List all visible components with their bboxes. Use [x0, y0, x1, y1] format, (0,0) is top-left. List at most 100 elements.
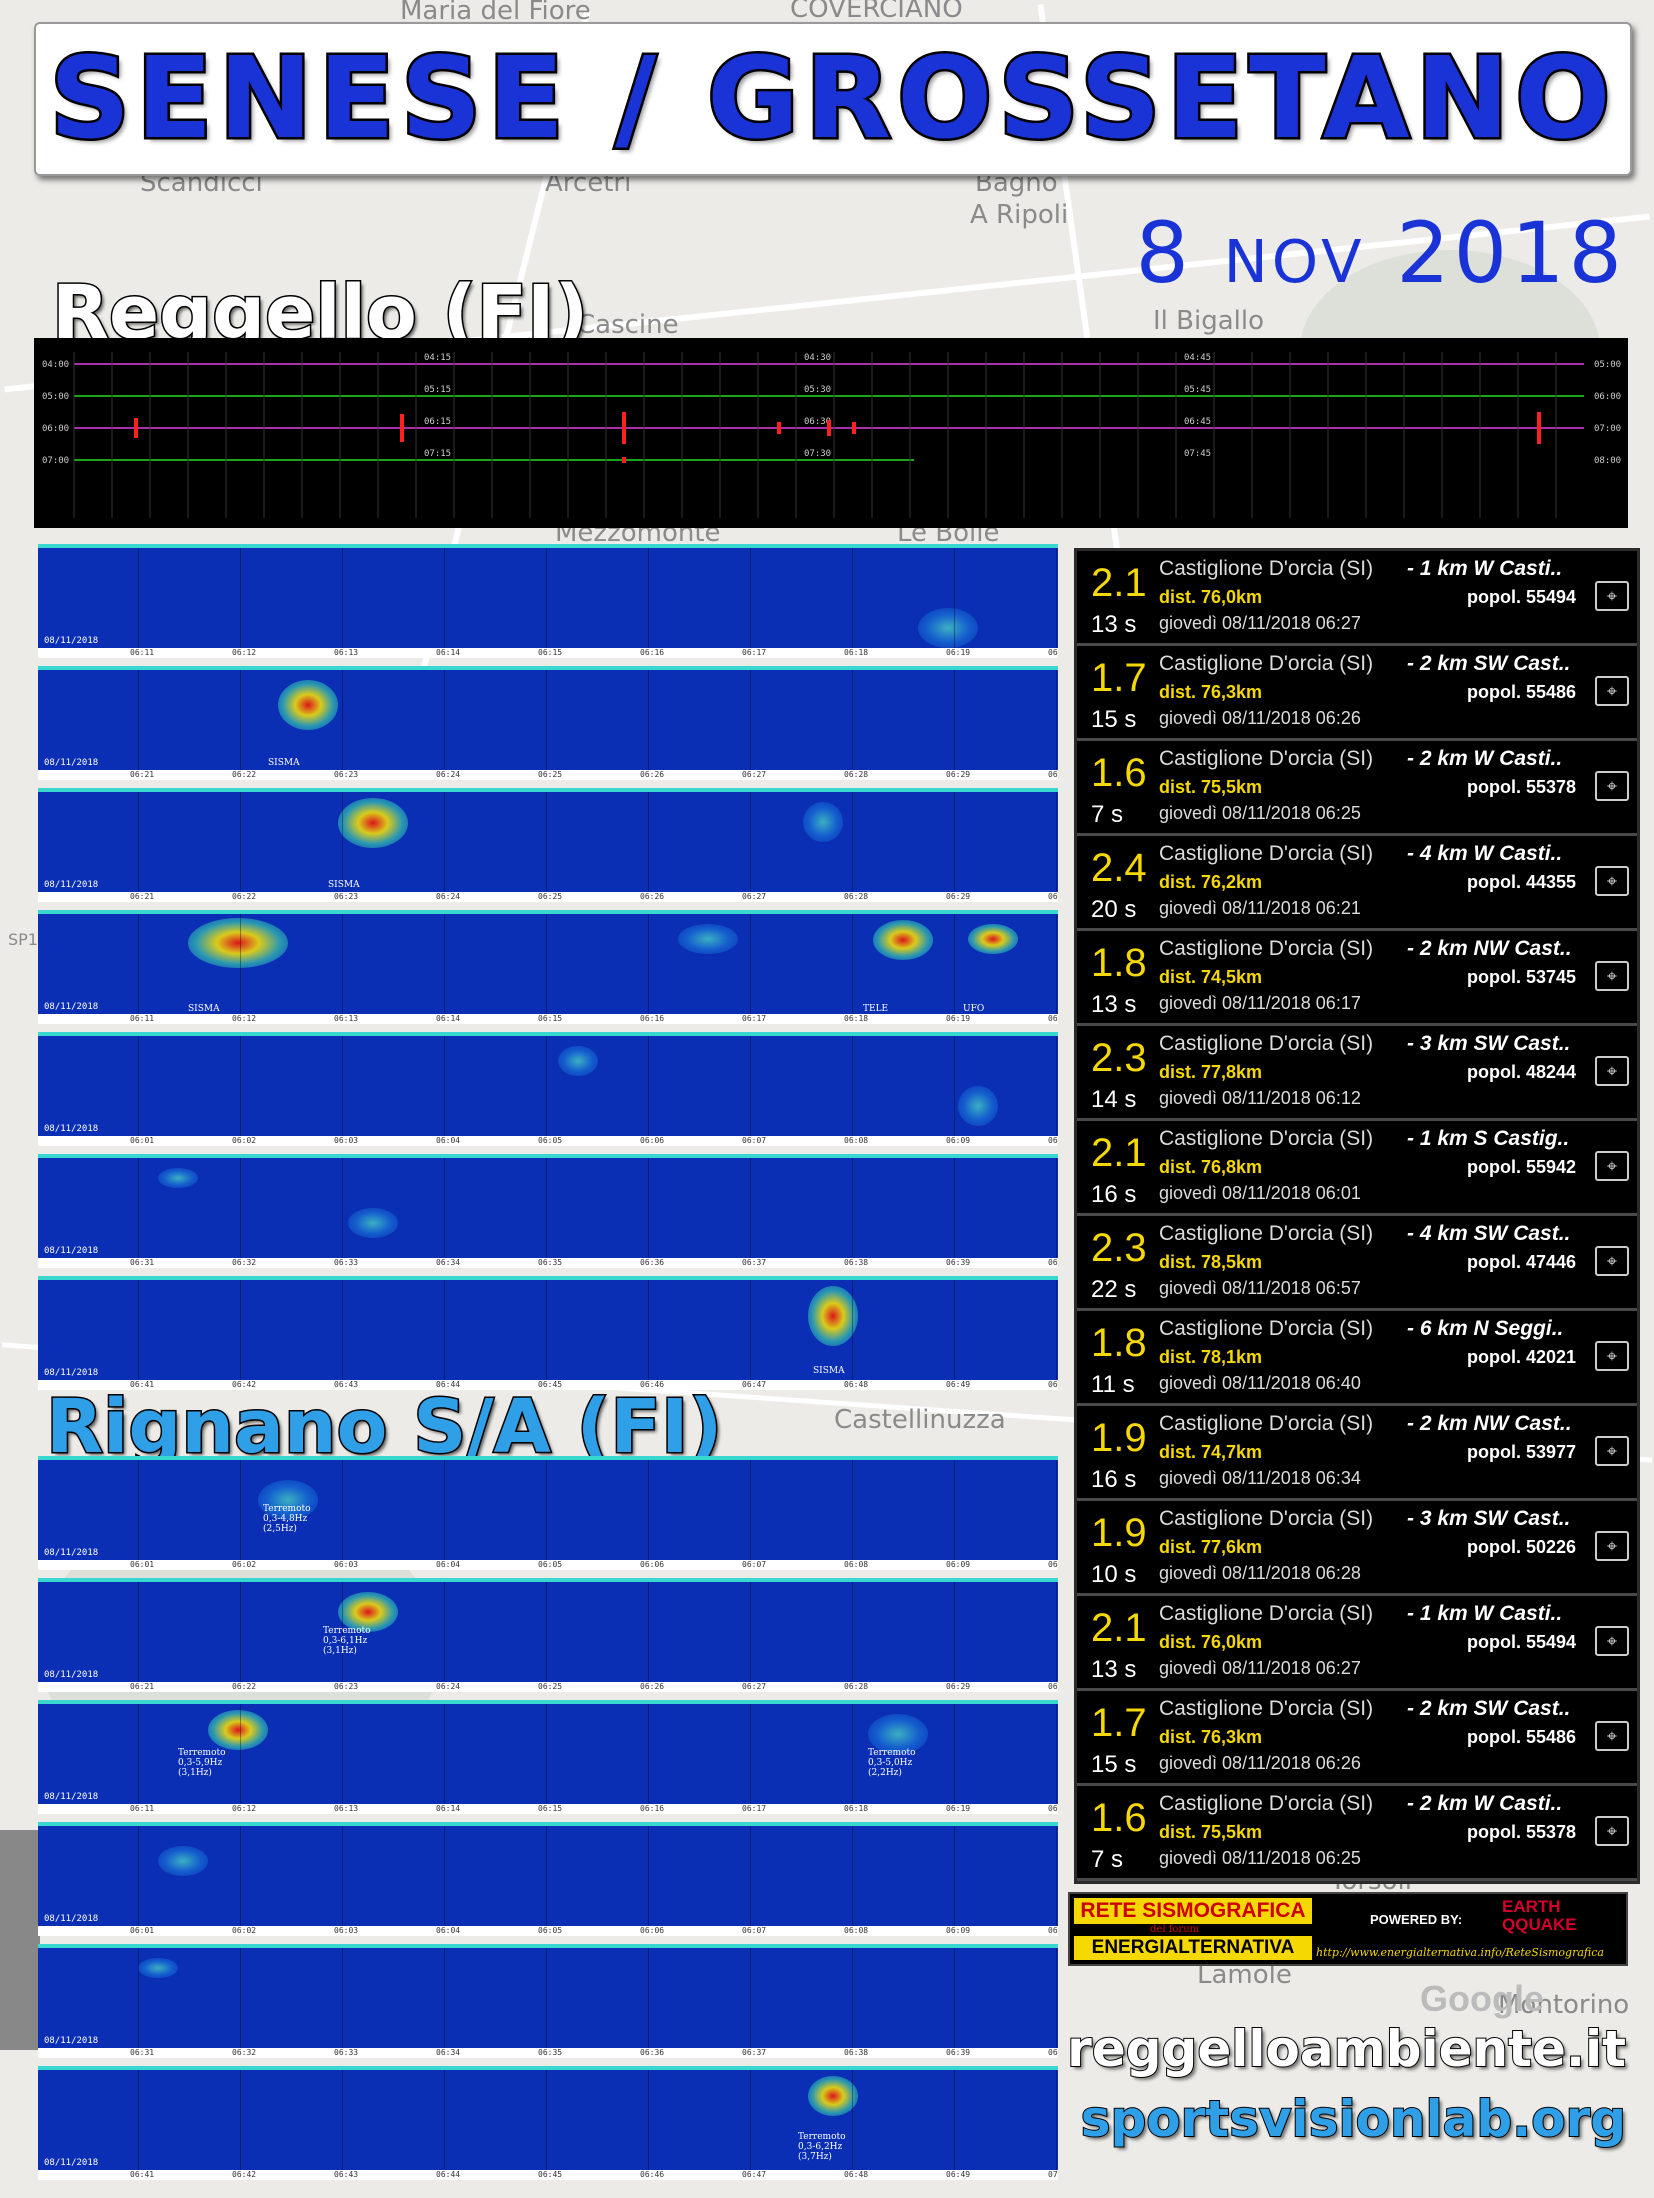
spectrogram-grid-line — [444, 1280, 445, 1380]
event-row[interactable]: 1.7 15 s Castiglione D'orcia (SI) - 2 km SW… — [1077, 646, 1637, 741]
spectrogram-grid-line — [444, 1704, 445, 1804]
event-location: Castiglione D'orcia (SI) — [1159, 1602, 1374, 1625]
map-pin-icon[interactable]: ⌖ — [1595, 1246, 1629, 1276]
spectrogram-tick-label: 06:04 — [436, 1136, 461, 1145]
map-pin-icon[interactable]: ⌖ — [1595, 1721, 1629, 1751]
spectrogram-tick-label: 06:19 — [946, 648, 971, 657]
spectrogram-tick-label: 06:48 — [844, 2170, 869, 2179]
map-pin-icon[interactable]: ⌖ — [1595, 1626, 1629, 1656]
map-pin-icon[interactable]: ⌖ — [1595, 961, 1629, 991]
event-row[interactable]: 2.3 14 s Castiglione D'orcia (SI) - 3 km SW… — [1077, 1026, 1637, 1121]
spectrogram-grid-line — [240, 670, 241, 770]
spectrogram-grid-line — [240, 792, 241, 892]
map-pin-icon[interactable]: ⌖ — [1595, 581, 1629, 611]
event-direction: - 2 km SW Cast.. — [1407, 652, 1571, 675]
rete-sismografica-logo: RETE SISMOGRAFICA del forum ENERGIALTERN… — [1068, 1892, 1628, 1966]
seismo-mid-label: 05:45 — [1184, 385, 1211, 395]
event-row[interactable]: 2.1 16 s Castiglione D'orcia (SI) - 1 km S … — [1077, 1121, 1637, 1216]
map-pin-icon[interactable]: ⌖ — [1595, 1341, 1629, 1371]
event-magnitude: 2.3 — [1091, 1036, 1147, 1080]
spectrogram-tick-label: 06:29 — [946, 770, 971, 779]
seismo-time-right: 08:00 — [1594, 456, 1621, 466]
spectrogram-grid-line — [240, 914, 241, 1014]
spectrogram-tick-label: 06:07 — [742, 1560, 767, 1569]
spectrogram-tick-label: 06:31 — [130, 1258, 155, 1267]
map-pin-icon[interactable]: ⌖ — [1595, 1816, 1629, 1846]
spectrogram-tick-label: 06:09 — [946, 1926, 971, 1935]
event-location: Castiglione D'orcia (SI) — [1159, 1032, 1374, 1055]
spectrogram-grid-line — [138, 2070, 139, 2170]
spectrogram-date: 08/11/2018 — [44, 1548, 99, 1558]
spectrogram-tick-label: 06:12 — [232, 1014, 257, 1023]
spectrogram-grid-line — [1056, 1582, 1057, 1682]
spectrogram-panel: 06:11 06:12 06:13 06:14 06:15 06:16 06:17 06:18… — [38, 1700, 1058, 1814]
spectrogram-panel: 06:21 06:22 06:23 06:24 06:25 06:26 06:27 06:28… — [38, 788, 1058, 902]
event-row[interactable]: 1.7 15 s Castiglione D'orcia (SI) - 2 km SW… — [1077, 1691, 1637, 1786]
spectrogram-tick-label: 06:38 — [844, 2048, 869, 2057]
spectrogram-date: 08/11/2018 — [44, 1246, 99, 1256]
spectrogram-tick-label: 06:36 — [640, 1258, 665, 1267]
spectrogram-grid-line — [138, 792, 139, 892]
event-distance: dist. 75,5km — [1159, 777, 1263, 797]
event-location: Castiglione D'orcia (SI) — [1159, 842, 1374, 865]
event-location: Castiglione D'orcia (SI) — [1159, 1127, 1374, 1150]
seismo-mid-label: 07:45 — [1184, 449, 1211, 459]
event-duration: 16 s — [1091, 1181, 1137, 1208]
spectrogram-tick-label: 06:28 — [844, 770, 869, 779]
map-pin-icon[interactable]: ⌖ — [1595, 1436, 1629, 1466]
event-magnitude: 1.7 — [1091, 656, 1147, 700]
spectrogram-grid-line — [852, 1704, 853, 1804]
event-row[interactable]: 1.8 11 s Castiglione D'orcia (SI) - 6 km N … — [1077, 1311, 1637, 1406]
event-row[interactable]: 1.9 16 s Castiglione D'orcia (SI) - 2 km NW… — [1077, 1406, 1637, 1501]
spectrogram-tick-label: 06:01 — [130, 1560, 155, 1569]
event-distance: dist. 76,0km — [1159, 587, 1263, 607]
map-pin-icon[interactable]: ⌖ — [1595, 1531, 1629, 1561]
spectrogram-energy-blob — [338, 798, 408, 848]
spectrogram-tick-label: 06:02 — [232, 1560, 257, 1569]
spectrogram-tick-label: 06:37 — [742, 1258, 767, 1267]
spectrogram-grid-line — [138, 1158, 139, 1258]
event-row[interactable]: 1.9 10 s Castiglione D'orcia (SI) - 3 km SW… — [1077, 1501, 1637, 1596]
seismo-mid-label: 05:15 — [424, 385, 451, 395]
spectrogram-annotation: SISMA — [813, 1366, 845, 1376]
spectrogram-tick-label: 06:40 — [1048, 2048, 1058, 2057]
map-pin-icon[interactable]: ⌖ — [1595, 1151, 1629, 1181]
spectrogram-tick-label: 06:49 — [946, 2170, 971, 2179]
spectrogram-tick-label: 06:08 — [844, 1560, 869, 1569]
seismo-time-left: 05:00 — [42, 392, 69, 402]
spectrogram-grid-line — [954, 914, 955, 1014]
spectrogram-annotation: SISMA — [328, 880, 360, 890]
event-datetime: giovedì 08/11/2018 06:25 — [1159, 1848, 1361, 1868]
event-direction: - 6 km N Seggi.. — [1407, 1317, 1564, 1340]
map-pin-icon[interactable]: ⌖ — [1595, 1056, 1629, 1086]
map-pin-icon[interactable]: ⌖ — [1595, 771, 1629, 801]
footer-site-reggello[interactable]: reggelloambiente.it — [1066, 2019, 1627, 2079]
spectrogram-grid-line — [954, 2070, 955, 2170]
logo-url[interactable]: http://www.energialternativa.info/ReteSi… — [1316, 1946, 1604, 1959]
spectrogram-tick-label: 06:06 — [640, 1136, 665, 1145]
event-row[interactable]: 2.4 20 s Castiglione D'orcia (SI) - 4 km W … — [1077, 836, 1637, 931]
event-row[interactable]: 1.6 7 s Castiglione D'orcia (SI) - 2 km W C… — [1077, 741, 1637, 836]
event-row[interactable]: 1.8 13 s Castiglione D'orcia (SI) - 2 km NW… — [1077, 931, 1637, 1026]
spectrogram-energy-blob — [968, 924, 1018, 954]
spectrogram-tick-label: 06:47 — [742, 1380, 767, 1389]
map-pin-icon[interactable]: ⌖ — [1595, 676, 1629, 706]
footer-site-sportsvision[interactable]: sportsvisionlab.org — [1080, 2089, 1627, 2149]
earthquake-event-list: 2.1 13 s Castiglione D'orcia (SI) - 1 km W … — [1074, 548, 1640, 1884]
spectrogram-tick-label: 06:49 — [946, 1380, 971, 1389]
map-pin-icon[interactable]: ⌖ — [1595, 866, 1629, 896]
event-row[interactable]: 2.1 13 s Castiglione D'orcia (SI) - 1 km W … — [1077, 551, 1637, 646]
event-magnitude: 2.1 — [1091, 1131, 1147, 1175]
event-direction: - 2 km W Casti.. — [1407, 1792, 1563, 1815]
event-row[interactable]: 2.3 22 s Castiglione D'orcia (SI) - 4 km SW… — [1077, 1216, 1637, 1311]
spectrogram-grid-line — [138, 914, 139, 1014]
spectrogram-grid-line — [852, 1158, 853, 1258]
event-row[interactable]: 1.6 7 s Castiglione D'orcia (SI) - 2 km W C… — [1077, 1786, 1637, 1881]
seismo-mid-label: 04:45 — [1184, 353, 1211, 363]
event-datetime: giovedì 08/11/2018 06:27 — [1159, 1658, 1361, 1678]
spectrogram-grid-line — [648, 1036, 649, 1136]
event-row[interactable]: 2.1 13 s Castiglione D'orcia (SI) - 1 km W … — [1077, 1596, 1637, 1691]
spectrogram-tick-label: 06:33 — [334, 1258, 359, 1267]
seismo-time-right: 06:00 — [1594, 392, 1621, 402]
spectrogram-grid-line — [1056, 1704, 1057, 1804]
